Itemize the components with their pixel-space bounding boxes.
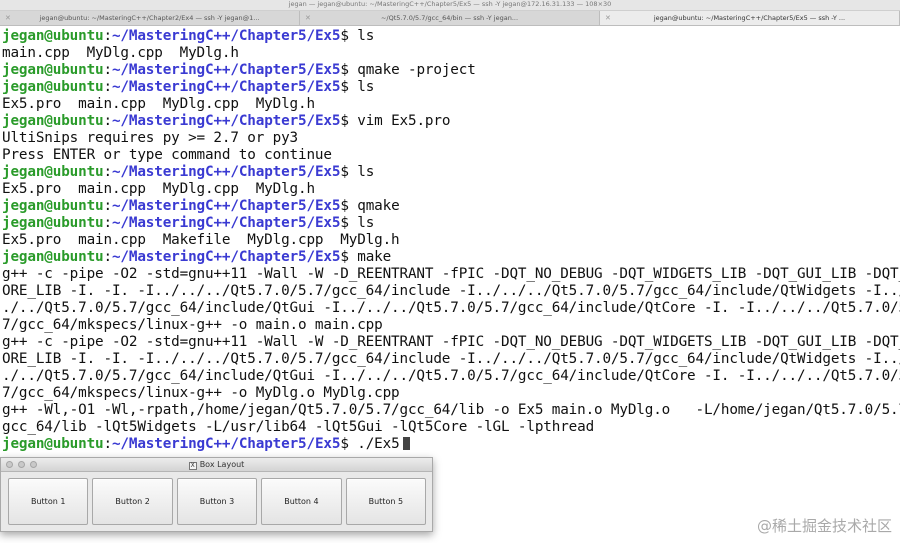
prompt-line: jegan@ubuntu:~/MasteringC++/Chapter5/Ex5… bbox=[2, 436, 900, 453]
prompt-user: jegan@ubuntu bbox=[2, 62, 104, 78]
output-line: g++ -c -pipe -O2 -std=gnu++11 -Wall -W -… bbox=[2, 266, 900, 282]
button-2[interactable]: Button 2 bbox=[92, 478, 173, 525]
dialog-body: Button 1 Button 2 Button 3 Button 4 Butt… bbox=[1, 472, 432, 531]
tab-chapter5-ex5[interactable]: ✕ jegan@ubuntu: ~/MasteringC++/Chapter5/… bbox=[600, 11, 900, 25]
button-4[interactable]: Button 4 bbox=[261, 478, 342, 525]
tab-label: jegan@ubuntu: ~/MasteringC++/Chapter5/Ex… bbox=[653, 14, 846, 22]
prompt-user: jegan@ubuntu bbox=[2, 28, 104, 44]
prompt-symbol: $ bbox=[340, 436, 349, 452]
terminal-titlebar[interactable]: jegan — jegan@ubuntu: ~/MasteringC++/Cha… bbox=[0, 0, 900, 11]
prompt-symbol: $ bbox=[340, 164, 349, 180]
prompt-line: jegan@ubuntu:~/MasteringC++/Chapter5/Ex5… bbox=[2, 164, 900, 181]
prompt-separator: : bbox=[103, 215, 113, 231]
prompt-user: jegan@ubuntu bbox=[2, 164, 104, 180]
x11-icon: X bbox=[188, 462, 197, 470]
terminal-cursor bbox=[402, 437, 410, 450]
watermark: @稀土掘金技术社区 bbox=[756, 517, 892, 535]
command-text: ./Ex5 bbox=[357, 436, 400, 452]
prompt-symbol: $ bbox=[340, 249, 349, 265]
prompt-separator: : bbox=[103, 62, 113, 78]
output-line: UltiSnips requires py >= 2.7 or py3 bbox=[2, 130, 299, 146]
command-text: make bbox=[357, 249, 392, 265]
prompt-line: jegan@ubuntu:~/MasteringC++/Chapter5/Ex5… bbox=[2, 215, 900, 232]
dialog-title: Box Layout bbox=[199, 460, 245, 469]
prompt-symbol: $ bbox=[340, 215, 349, 231]
prompt-path: ~/MasteringC++/Chapter5/Ex5 bbox=[111, 113, 341, 129]
window-title: jegan — jegan@ubuntu: ~/MasteringC++/Cha… bbox=[288, 0, 612, 8]
output-line: Ex5.pro main.cpp MyDlg.cpp MyDlg.h bbox=[2, 96, 315, 112]
close-icon[interactable]: ✕ bbox=[305, 11, 311, 25]
prompt-line: jegan@ubuntu:~/MasteringC++/Chapter5/Ex5… bbox=[2, 79, 900, 96]
prompt-user: jegan@ubuntu bbox=[2, 79, 104, 95]
close-icon[interactable]: ✕ bbox=[605, 11, 611, 25]
prompt-path: ~/MasteringC++/Chapter5/Ex5 bbox=[111, 164, 341, 180]
output-line: 7/gcc_64/mkspecs/linux-g++ -o main.o mai… bbox=[2, 317, 383, 333]
prompt-user: jegan@ubuntu bbox=[2, 215, 104, 231]
output-line: Ex5.pro main.cpp MyDlg.cpp MyDlg.h bbox=[2, 181, 315, 197]
prompt-path: ~/MasteringC++/Chapter5/Ex5 bbox=[111, 215, 341, 231]
button-1[interactable]: Button 1 bbox=[8, 478, 89, 525]
prompt-path: ~/MasteringC++/Chapter5/Ex5 bbox=[111, 79, 341, 95]
output-line: 7/gcc_64/mkspecs/linux-g++ -o MyDlg.o My… bbox=[2, 385, 400, 401]
output-line: g++ -c -pipe -O2 -std=gnu++11 -Wall -W -… bbox=[2, 334, 900, 350]
prompt-symbol: $ bbox=[340, 79, 349, 95]
prompt-separator: : bbox=[103, 164, 113, 180]
output-line: main.cpp MyDlg.cpp MyDlg.h bbox=[2, 45, 239, 61]
prompt-symbol: $ bbox=[340, 198, 349, 214]
command-text: ls bbox=[357, 164, 375, 180]
prompt-line: jegan@ubuntu:~/MasteringC++/Chapter5/Ex5… bbox=[2, 198, 900, 215]
output-line: g++ -Wl,-O1 -Wl,-rpath,/home/jegan/Qt5.7… bbox=[2, 402, 900, 418]
command-text: qmake bbox=[357, 198, 400, 214]
command-text: ls bbox=[357, 79, 375, 95]
prompt-separator: : bbox=[103, 79, 113, 95]
prompt-symbol: $ bbox=[340, 28, 349, 44]
tab-bar: ✕ jegan@ubuntu: ~/MasteringC++/Chapter2/… bbox=[0, 11, 900, 26]
output-line: ./../Qt5.7.0/5.7/gcc_64/include/QtGui -I… bbox=[2, 300, 900, 316]
command-text: qmake -project bbox=[357, 62, 476, 78]
prompt-separator: : bbox=[103, 198, 113, 214]
prompt-user: jegan@ubuntu bbox=[2, 113, 104, 129]
prompt-line: jegan@ubuntu:~/MasteringC++/Chapter5/Ex5… bbox=[2, 249, 900, 266]
close-icon[interactable]: ✕ bbox=[5, 11, 11, 25]
prompt-symbol: $ bbox=[340, 62, 349, 78]
dialog-titlebar[interactable]: X Box Layout bbox=[1, 458, 432, 472]
command-text: ls bbox=[357, 215, 375, 231]
prompt-path: ~/MasteringC++/Chapter5/Ex5 bbox=[111, 436, 341, 452]
prompt-separator: : bbox=[103, 28, 113, 44]
output-line: Ex5.pro main.cpp Makefile MyDlg.cpp MyDl… bbox=[2, 232, 400, 248]
output-line: Press ENTER or type command to continue bbox=[2, 147, 332, 163]
output-line: gcc_64/lib -lQt5Widgets -L/usr/lib64 -lQ… bbox=[2, 419, 595, 435]
prompt-separator: : bbox=[103, 249, 113, 265]
button-5[interactable]: Button 5 bbox=[345, 478, 427, 525]
prompt-user: jegan@ubuntu bbox=[2, 198, 104, 214]
command-text: ls bbox=[357, 28, 375, 44]
prompt-user: jegan@ubuntu bbox=[2, 436, 104, 452]
prompt-user: jegan@ubuntu bbox=[2, 249, 104, 265]
prompt-path: ~/MasteringC++/Chapter5/Ex5 bbox=[111, 28, 341, 44]
output-line: ORE_LIB -I. -I. -I../../../Qt5.7.0/5.7/g… bbox=[2, 283, 900, 299]
tab-label: ~/Qt5.7.0/5.7/gcc_64/bin — ssh -Y jegan.… bbox=[380, 14, 519, 22]
prompt-line: jegan@ubuntu:~/MasteringC++/Chapter5/Ex5… bbox=[2, 28, 900, 45]
tab-qt-bin[interactable]: ✕ ~/Qt5.7.0/5.7/gcc_64/bin — ssh -Y jega… bbox=[300, 11, 600, 25]
output-line: ./../Qt5.7.0/5.7/gcc_64/include/QtGui -I… bbox=[2, 368, 900, 384]
prompt-separator: : bbox=[103, 436, 113, 452]
command-text: vim Ex5.pro bbox=[357, 113, 451, 129]
box-layout-window[interactable]: X Box Layout Button 1 Button 2 Button 3 B… bbox=[0, 457, 433, 532]
prompt-separator: : bbox=[103, 113, 113, 129]
dialog-title-wrap: X Box Layout bbox=[1, 458, 432, 471]
prompt-path: ~/MasteringC++/Chapter5/Ex5 bbox=[111, 198, 341, 214]
terminal-output[interactable]: jegan@ubuntu:~/MasteringC++/Chapter5/Ex5… bbox=[2, 28, 900, 453]
prompt-path: ~/MasteringC++/Chapter5/Ex5 bbox=[111, 249, 341, 265]
prompt-symbol: $ bbox=[340, 113, 349, 129]
tab-label: jegan@ubuntu: ~/MasteringC++/Chapter2/Ex… bbox=[39, 14, 260, 22]
tab-chapter2-ex4[interactable]: ✕ jegan@ubuntu: ~/MasteringC++/Chapter2/… bbox=[0, 11, 300, 25]
prompt-line: jegan@ubuntu:~/MasteringC++/Chapter5/Ex5… bbox=[2, 113, 900, 130]
prompt-line: jegan@ubuntu:~/MasteringC++/Chapter5/Ex5… bbox=[2, 62, 900, 79]
button-3[interactable]: Button 3 bbox=[176, 478, 258, 525]
output-line: ORE_LIB -I. -I. -I../../../Qt5.7.0/5.7/g… bbox=[2, 351, 900, 367]
prompt-path: ~/MasteringC++/Chapter5/Ex5 bbox=[111, 62, 341, 78]
